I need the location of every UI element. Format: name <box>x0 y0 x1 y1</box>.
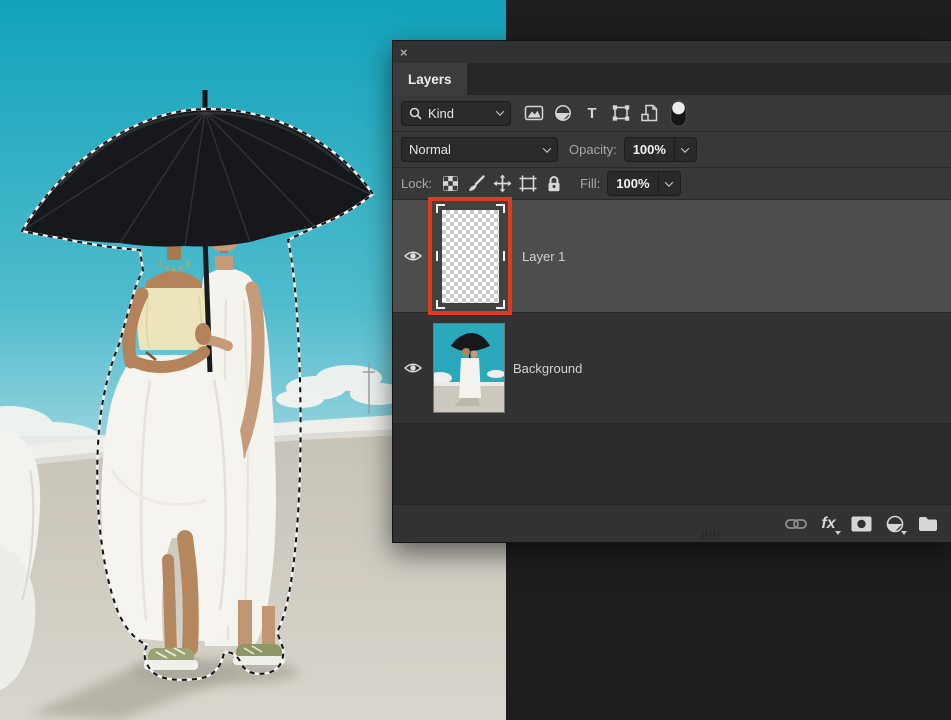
visibility-toggle[interactable] <box>393 362 427 374</box>
layer1-thumbnail-highlighted[interactable] <box>428 197 512 315</box>
layer-filter-toggle[interactable] <box>664 100 693 126</box>
chevron-down-icon <box>543 144 551 152</box>
photoshop-workspace: × Layers Kind <box>0 0 951 720</box>
opacity-select[interactable]: 100% <box>624 137 697 162</box>
layers-panel: × Layers Kind <box>392 40 951 543</box>
background-thumbnail[interactable] <box>433 323 505 413</box>
blend-mode-select[interactable]: Normal <box>401 137 558 162</box>
caret-down-icon <box>835 531 841 535</box>
fill-value: 100% <box>608 172 657 195</box>
link-layers-button[interactable] <box>779 509 812 539</box>
lock-artboard-icon[interactable] <box>515 171 541 197</box>
fill-dropdown-button[interactable] <box>659 172 680 195</box>
caret-down-icon <box>901 531 907 535</box>
panel-tab-bar: Layers <box>393 63 951 95</box>
link-icon <box>785 518 807 530</box>
lock-label: Lock: <box>401 176 432 191</box>
layer-row-layer1[interactable]: Layer 1 <box>393 200 951 312</box>
panel-titlebar[interactable]: × <box>393 41 951 63</box>
panel-resize-grip[interactable] <box>702 531 720 539</box>
folder-icon <box>918 516 938 532</box>
lock-buttons <box>437 171 567 197</box>
visibility-toggle[interactable] <box>393 250 427 262</box>
eye-icon <box>404 362 422 374</box>
chevron-down-icon <box>496 107 504 115</box>
layers-list: Layer 1 <box>393 200 951 504</box>
smart-object-filter-icon[interactable] <box>635 100 664 126</box>
opacity-label: Opacity: <box>569 142 617 157</box>
layer-row-background[interactable]: Background <box>393 312 951 423</box>
type-layer-filter-icon[interactable]: T <box>577 100 606 126</box>
pixel-layer-filter-icon[interactable] <box>519 100 548 126</box>
fx-icon: fx <box>821 515 835 533</box>
layer-mask-icon <box>851 516 872 532</box>
layer-effects-button[interactable]: fx <box>812 509 845 539</box>
fill-label: Fill: <box>580 176 600 191</box>
opacity-dropdown-button[interactable] <box>675 138 696 161</box>
new-adjustment-layer-button[interactable] <box>878 509 911 539</box>
eye-icon <box>404 250 422 262</box>
close-icon[interactable]: × <box>400 46 408 59</box>
layer-filter-row: Kind T <box>393 95 951 132</box>
lock-transparent-pixels-icon[interactable] <box>437 171 463 197</box>
filter-type-buttons: T <box>519 100 693 126</box>
tab-layers[interactable]: Layers <box>393 63 467 95</box>
new-group-button[interactable] <box>911 509 944 539</box>
tab-bar-filler <box>467 63 951 95</box>
lock-position-icon[interactable] <box>489 171 515 197</box>
filter-kind-select[interactable]: Kind <box>401 101 511 126</box>
layer-name[interactable]: Layer 1 <box>522 249 565 264</box>
blend-mode-value: Normal <box>409 142 451 157</box>
panel-footer: fx <box>393 504 951 542</box>
adjustment-layer-filter-icon[interactable] <box>548 100 577 126</box>
add-layer-mask-button[interactable] <box>845 509 878 539</box>
layers-list-empty-area[interactable] <box>393 423 951 504</box>
lock-image-pixels-icon[interactable] <box>463 171 489 197</box>
svg-text:T: T <box>587 105 596 122</box>
blend-opacity-row: Normal Opacity: 100% <box>393 132 951 168</box>
lock-fill-row: Lock: <box>393 168 951 200</box>
layer-name[interactable]: Background <box>513 361 582 376</box>
lock-all-icon[interactable] <box>541 171 567 197</box>
transparent-checkerboard <box>442 210 499 303</box>
filter-kind-label: Kind <box>428 106 454 121</box>
shape-layer-filter-icon[interactable] <box>606 100 635 126</box>
search-icon <box>409 107 422 120</box>
fill-select[interactable]: 100% <box>607 171 680 196</box>
opacity-value: 100% <box>625 138 674 161</box>
